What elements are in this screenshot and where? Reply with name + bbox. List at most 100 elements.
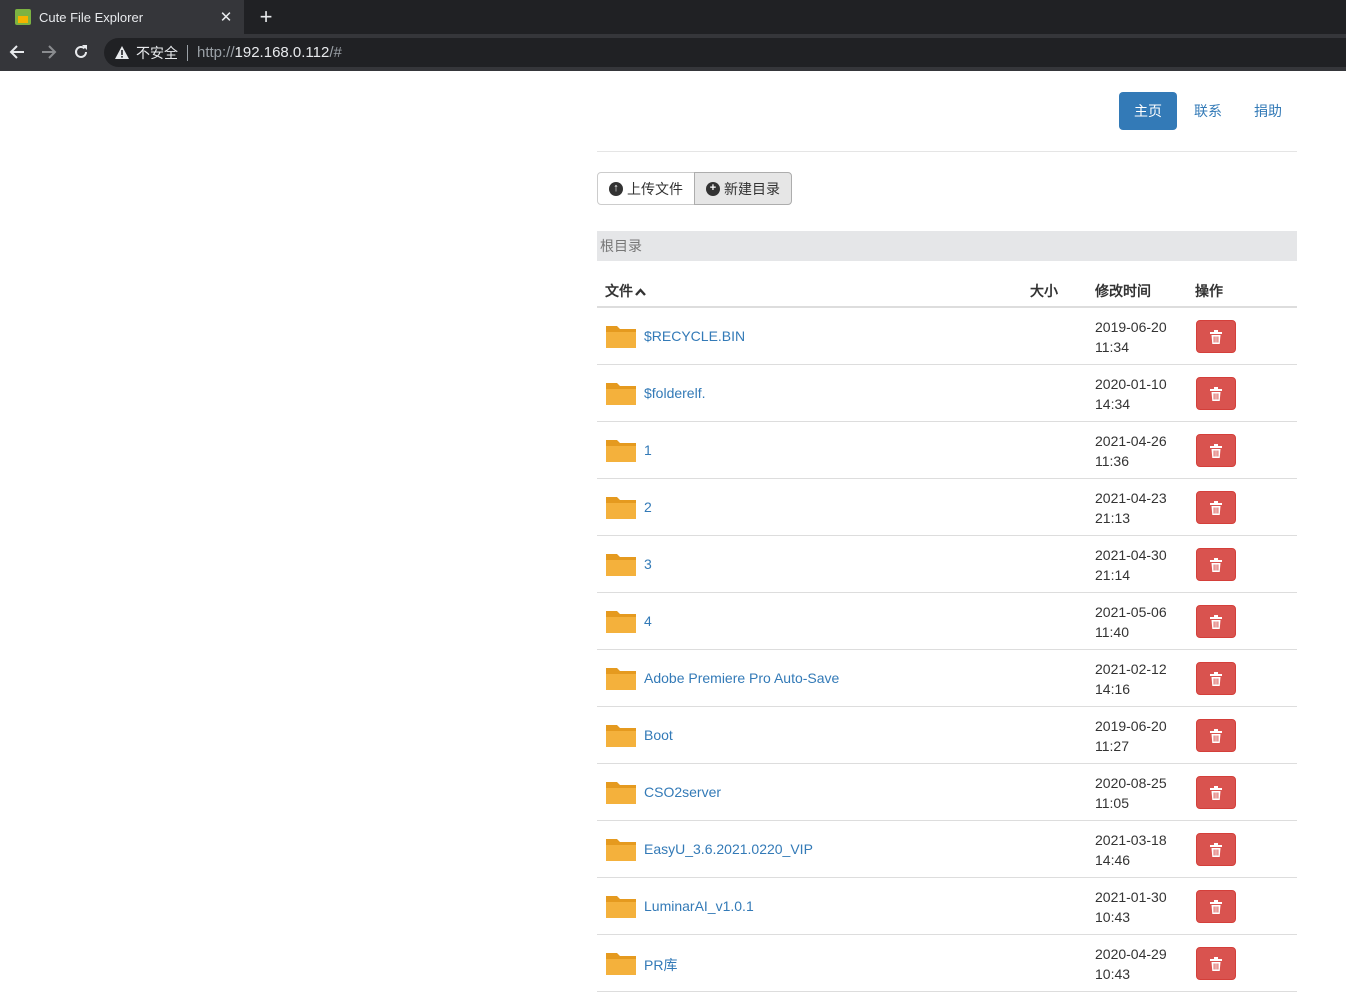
- new-folder-label: 新建目录: [724, 180, 780, 197]
- file-name-link[interactable]: $RECYCLE.BIN: [644, 328, 745, 344]
- nav-item-1[interactable]: 联系: [1179, 92, 1237, 130]
- trash-icon: [1210, 557, 1222, 572]
- close-tab-icon[interactable]: ✕: [214, 8, 238, 26]
- table-row: PR库 2020-04-29 10:43: [597, 935, 1297, 992]
- modified-time: 2021-04-26 11:36: [1095, 431, 1167, 471]
- file-name-link[interactable]: EasyU_3.6.2021.0220_VIP: [644, 841, 813, 857]
- modified-date: 2021-01-30: [1095, 889, 1167, 905]
- browser-tab[interactable]: Cute File Explorer ✕: [0, 0, 244, 34]
- tab-strip: Cute File Explorer ✕ +: [0, 0, 1346, 34]
- modified-date: 2020-08-25: [1095, 775, 1167, 791]
- modified-date: 2020-01-10: [1095, 376, 1167, 392]
- delete-button[interactable]: [1196, 605, 1236, 638]
- delete-button[interactable]: [1196, 548, 1236, 581]
- table-row: Adobe Premiere Pro Auto-Save 2021-02-12 14…: [597, 650, 1297, 707]
- column-header-file[interactable]: 文件: [605, 281, 646, 301]
- modified-date: 2021-05-06: [1095, 604, 1167, 620]
- delete-button[interactable]: [1196, 491, 1236, 524]
- header-divider: [597, 151, 1297, 152]
- folder-icon[interactable]: [605, 323, 637, 349]
- folder-icon[interactable]: [605, 779, 637, 805]
- file-name-link[interactable]: $folderelf.: [644, 385, 705, 401]
- delete-button[interactable]: [1196, 890, 1236, 923]
- column-header-modified[interactable]: 修改时间: [1095, 281, 1151, 301]
- nav-item-0[interactable]: 主页: [1119, 92, 1177, 130]
- file-name-link[interactable]: LuminarAI_v1.0.1: [644, 898, 754, 914]
- file-name-link[interactable]: 1: [644, 442, 652, 458]
- page-content: 主页 联系 捐助 ↑ 上传文件 + 新建目录 根目录 文件 大小 修改时间 操作 $…: [0, 71, 1346, 993]
- url-host: 192.168.0.112: [234, 44, 330, 61]
- column-header-actions: 操作: [1195, 283, 1223, 299]
- delete-button[interactable]: [1196, 662, 1236, 695]
- table-header: 文件 大小 修改时间 操作: [597, 271, 1297, 308]
- folder-icon[interactable]: [605, 437, 637, 463]
- modified-time: 2020-01-10 14:34: [1095, 374, 1167, 414]
- warning-icon[interactable]: [114, 45, 130, 61]
- trash-icon: [1210, 728, 1222, 743]
- arrow-left-icon: [9, 45, 24, 59]
- upload-circle-icon: ↑: [609, 181, 623, 196]
- trash-icon: [1210, 329, 1222, 344]
- reload-button[interactable]: [69, 40, 93, 64]
- breadcrumb: 根目录: [597, 231, 1297, 261]
- modified-time: 2021-03-18 14:46: [1095, 830, 1167, 870]
- file-name-link[interactable]: PR库: [644, 955, 677, 975]
- delete-button[interactable]: [1196, 434, 1236, 467]
- new-tab-button[interactable]: +: [254, 4, 278, 30]
- modified-clock: 11:34: [1095, 339, 1129, 355]
- delete-button[interactable]: [1196, 833, 1236, 866]
- folder-icon[interactable]: [605, 380, 637, 406]
- nav-item-2[interactable]: 捐助: [1239, 92, 1297, 130]
- action-button-group: ↑ 上传文件 + 新建目录: [597, 172, 792, 205]
- file-name-link[interactable]: 2: [644, 499, 652, 515]
- folder-icon[interactable]: [605, 551, 637, 577]
- back-button[interactable]: [5, 40, 29, 64]
- folder-icon[interactable]: [605, 836, 637, 862]
- trash-icon: [1210, 614, 1222, 629]
- table-row: 4 2021-05-06 11:40: [597, 593, 1297, 650]
- file-name-link[interactable]: CSO2server: [644, 784, 721, 800]
- breadcrumb-root[interactable]: 根目录: [600, 236, 642, 256]
- upload-file-label: 上传文件: [627, 180, 683, 197]
- delete-button[interactable]: [1196, 377, 1236, 410]
- table-row: 3 2021-04-30 21:14: [597, 536, 1297, 593]
- forward-button[interactable]: [37, 40, 61, 64]
- arrow-right-icon: [42, 45, 57, 59]
- modified-clock: 11:36: [1095, 453, 1129, 469]
- modified-date: 2020-04-29: [1095, 946, 1167, 962]
- new-folder-button[interactable]: + 新建目录: [694, 172, 792, 205]
- tab-title: Cute File Explorer: [39, 9, 144, 25]
- folder-icon[interactable]: [605, 893, 637, 919]
- trash-icon: [1210, 500, 1222, 515]
- delete-button[interactable]: [1196, 776, 1236, 809]
- folder-icon[interactable]: [605, 722, 637, 748]
- folder-icon[interactable]: [605, 950, 637, 976]
- modified-date: 2021-03-18: [1095, 832, 1167, 848]
- security-status-label[interactable]: 不安全: [136, 43, 178, 63]
- modified-time: 2021-01-30 10:43: [1095, 887, 1167, 927]
- folder-icon[interactable]: [605, 608, 637, 634]
- modified-time: 2019-06-20 11:34: [1095, 317, 1167, 357]
- table-row: LuminarAI_v1.0.1 2021-01-30 10:43: [597, 878, 1297, 935]
- delete-button[interactable]: [1196, 947, 1236, 980]
- file-list: $RECYCLE.BIN 2019-06-20 11:34 $folderelf. 20…: [597, 308, 1297, 992]
- delete-button[interactable]: [1196, 719, 1236, 752]
- url-path: /#: [329, 44, 342, 61]
- file-name-link[interactable]: Boot: [644, 727, 673, 743]
- file-name-link[interactable]: 3: [644, 556, 652, 572]
- upload-file-button[interactable]: ↑ 上传文件: [597, 172, 695, 205]
- file-name-link[interactable]: 4: [644, 613, 652, 629]
- delete-button[interactable]: [1196, 320, 1236, 353]
- top-nav: 主页 联系 捐助: [1119, 92, 1299, 130]
- table-row: EasyU_3.6.2021.0220_VIP 2021-03-18 14:46: [597, 821, 1297, 878]
- browser-toolbar: 不安全 http:// 192.168.0.112 /#: [0, 34, 1346, 71]
- folder-icon[interactable]: [605, 665, 637, 691]
- plus-circle-icon: +: [706, 181, 720, 196]
- address-bar[interactable]: 不安全 http:// 192.168.0.112 /#: [104, 38, 1346, 67]
- modified-time: 2019-06-20 11:27: [1095, 716, 1167, 756]
- column-header-file-label: 文件: [605, 283, 633, 299]
- modified-time: 2021-04-23 21:13: [1095, 488, 1167, 528]
- file-name-link[interactable]: Adobe Premiere Pro Auto-Save: [644, 670, 839, 686]
- folder-icon[interactable]: [605, 494, 637, 520]
- column-header-size[interactable]: 大小: [1030, 281, 1058, 301]
